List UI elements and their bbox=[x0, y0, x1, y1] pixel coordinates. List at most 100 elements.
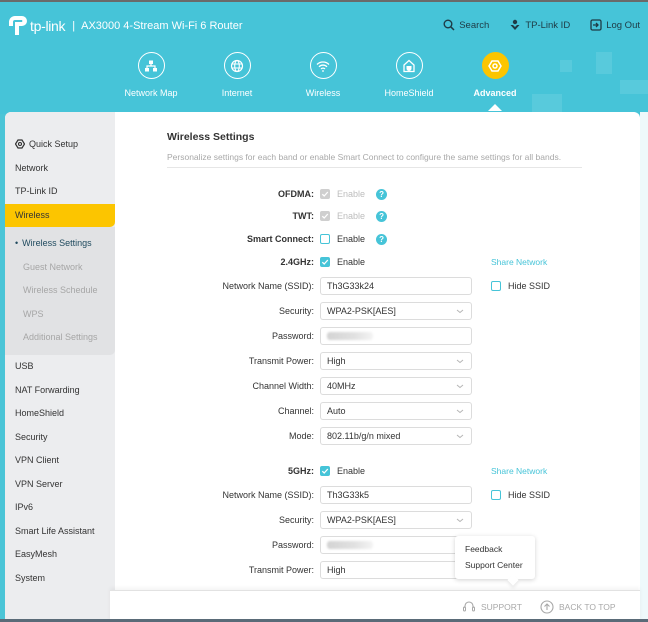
password-24-input[interactable] bbox=[320, 327, 472, 345]
feedback-link[interactable]: Feedback bbox=[465, 544, 535, 560]
hide-ssid-24-checkbox[interactable] bbox=[491, 281, 501, 291]
nav-homeshield[interactable]: HomeShield bbox=[366, 52, 452, 98]
share-network-link-24[interactable]: Share Network bbox=[491, 257, 547, 267]
chevron-down-icon bbox=[456, 434, 464, 439]
mode-24-select[interactable]: 802.11b/g/n mixed bbox=[320, 427, 472, 445]
sidebar-subitem-additional-settings[interactable]: Additional Settings bbox=[5, 326, 115, 349]
help-icon[interactable]: ? bbox=[376, 210, 388, 222]
help-icon[interactable]: ? bbox=[376, 233, 388, 245]
ofdma-enable-label: Enable bbox=[337, 189, 366, 199]
security-24-value: WPA2-PSK[AES] bbox=[327, 306, 396, 316]
user-icon bbox=[510, 19, 520, 30]
decor-square bbox=[596, 52, 612, 74]
nav-advanced[interactable]: Advanced bbox=[452, 52, 538, 111]
globe-icon bbox=[230, 59, 244, 72]
security-5-row: Security: WPA2-PSK[AES] bbox=[115, 510, 640, 530]
sidebar-item-system[interactable]: System bbox=[5, 567, 115, 590]
page-description: Personalize settings for each band or en… bbox=[167, 152, 562, 162]
sidebar-subitem-wireless-schedule[interactable]: Wireless Schedule bbox=[5, 279, 115, 302]
password-5-label: Password: bbox=[271, 540, 314, 550]
nav-wireless[interactable]: Wireless bbox=[280, 52, 366, 98]
band-24-label: 2.4GHz: bbox=[280, 257, 314, 267]
channel-width-24-select[interactable]: 40MHz bbox=[320, 377, 472, 395]
help-icon[interactable]: ? bbox=[376, 188, 388, 200]
tx-power-24-select[interactable]: High bbox=[320, 352, 472, 370]
nav-network-map[interactable]: Network Map bbox=[108, 52, 194, 98]
chevron-down-icon bbox=[456, 359, 464, 364]
search-link[interactable]: Search bbox=[443, 19, 489, 31]
password-24-label: Password: bbox=[271, 331, 314, 341]
band-5-enable-checkbox[interactable] bbox=[320, 466, 330, 476]
sidebar-subitem-wps[interactable]: WPS bbox=[5, 303, 115, 326]
band-24-row: 2.4GHz: Enable Share Network bbox=[115, 252, 640, 272]
brand-logo[interactable]: tp-link | AX3000 4-Stream Wi-Fi 6 Router bbox=[6, 16, 243, 36]
sidebar-subitem-wireless-settings[interactable]: Wireless Settings bbox=[5, 232, 115, 255]
sidebar-item-quick-setup[interactable]: Quick Setup bbox=[5, 133, 115, 156]
sidebar-item-tplink-id[interactable]: TP-Link ID bbox=[5, 180, 115, 203]
title-divider bbox=[167, 167, 582, 168]
security-5-select[interactable]: WPA2-PSK[AES] bbox=[320, 511, 472, 529]
tplink-logo-icon bbox=[6, 16, 28, 36]
channel-24-select[interactable]: Auto bbox=[320, 402, 472, 420]
network-map-icon bbox=[145, 60, 157, 71]
hide-ssid-24[interactable]: Hide SSID bbox=[491, 281, 550, 291]
brand-separator: | bbox=[72, 20, 76, 32]
model-name: AX3000 4-Stream Wi-Fi 6 Router bbox=[81, 20, 243, 32]
ofdma-checkbox[interactable] bbox=[320, 189, 330, 199]
logout-link[interactable]: Log Out bbox=[590, 19, 640, 31]
main-nav: Network Map Internet Wireless HomeShield… bbox=[108, 52, 538, 111]
smart-connect-checkbox[interactable] bbox=[320, 234, 330, 244]
password-5-input[interactable] bbox=[320, 536, 472, 554]
hide-ssid-5[interactable]: Hide SSID bbox=[491, 490, 550, 500]
channel-24-row: Channel: Auto bbox=[115, 401, 640, 421]
band-24-enable-checkbox[interactable] bbox=[320, 257, 330, 267]
tx-power-24-value: High bbox=[327, 356, 346, 366]
main-panel: Quick Setup Network TP-Link ID Wireless … bbox=[5, 112, 640, 622]
sidebar-item-homeshield[interactable]: HomeShield bbox=[5, 402, 115, 425]
page-title: Wireless Settings bbox=[167, 131, 255, 143]
sidebar-item-ipv6[interactable]: IPv6 bbox=[5, 496, 115, 519]
decor-square bbox=[620, 80, 648, 94]
support-center-link[interactable]: Support Center bbox=[465, 560, 535, 576]
sidebar-item-wireless[interactable]: Wireless bbox=[5, 204, 115, 227]
support-button[interactable]: SUPPORT bbox=[462, 600, 522, 614]
ssid-24-input[interactable]: Th3G33k24 bbox=[320, 277, 472, 295]
decor-square bbox=[560, 60, 572, 72]
check-icon bbox=[321, 468, 329, 474]
tplink-id-link[interactable]: TP-Link ID bbox=[509, 19, 570, 31]
channel-width-24-value: 40MHz bbox=[327, 381, 356, 391]
tx-power-24-label: Transmit Power: bbox=[248, 356, 314, 366]
share-network-link-5[interactable]: Share Network bbox=[491, 466, 547, 476]
tx-power-5-select[interactable]: High bbox=[320, 561, 472, 579]
scrollbar[interactable] bbox=[640, 112, 648, 622]
sidebar-item-usb[interactable]: USB bbox=[5, 355, 115, 378]
ssid-5-row: Network Name (SSID): Th3G33k5 Hide SSID bbox=[115, 485, 640, 505]
nav-internet[interactable]: Internet bbox=[194, 52, 280, 98]
ssid-5-input[interactable]: Th3G33k5 bbox=[320, 486, 472, 504]
twt-checkbox[interactable] bbox=[320, 211, 330, 221]
sidebar-item-vpn-client[interactable]: VPN Client bbox=[5, 449, 115, 472]
mode-24-label: Mode: bbox=[288, 431, 314, 441]
back-to-top-button[interactable]: BACK TO TOP bbox=[540, 600, 616, 614]
logout-icon bbox=[590, 19, 602, 31]
band-5-label: 5GHz: bbox=[287, 466, 314, 476]
channel-24-label: Channel: bbox=[277, 406, 314, 416]
hide-ssid-5-checkbox[interactable] bbox=[491, 490, 501, 500]
sidebar-item-security[interactable]: Security bbox=[5, 426, 115, 449]
tplink-id-label: TP-Link ID bbox=[525, 19, 571, 31]
wifi-icon bbox=[316, 60, 330, 72]
nav-internet-label: Internet bbox=[221, 88, 253, 98]
support-label: SUPPORT bbox=[481, 602, 522, 612]
sidebar-item-nat-forwarding[interactable]: NAT Forwarding bbox=[5, 379, 115, 402]
twt-row: TWT: Enable ? bbox=[115, 206, 640, 226]
sidebar-subitem-guest-network[interactable]: Guest Network bbox=[5, 256, 115, 279]
sidebar-item-network[interactable]: Network bbox=[5, 157, 115, 180]
smart-connect-label: Smart Connect: bbox=[246, 234, 314, 244]
chevron-down-icon bbox=[456, 309, 464, 314]
ssid-24-label: Network Name (SSID): bbox=[222, 281, 314, 291]
security-24-select[interactable]: WPA2-PSK[AES] bbox=[320, 302, 472, 320]
advanced-gear-icon bbox=[488, 59, 502, 72]
sidebar-item-vpn-server[interactable]: VPN Server bbox=[5, 473, 115, 496]
sidebar-item-smart-life-assistant[interactable]: Smart Life Assistant bbox=[5, 520, 115, 543]
sidebar-item-easymesh[interactable]: EasyMesh bbox=[5, 543, 115, 566]
